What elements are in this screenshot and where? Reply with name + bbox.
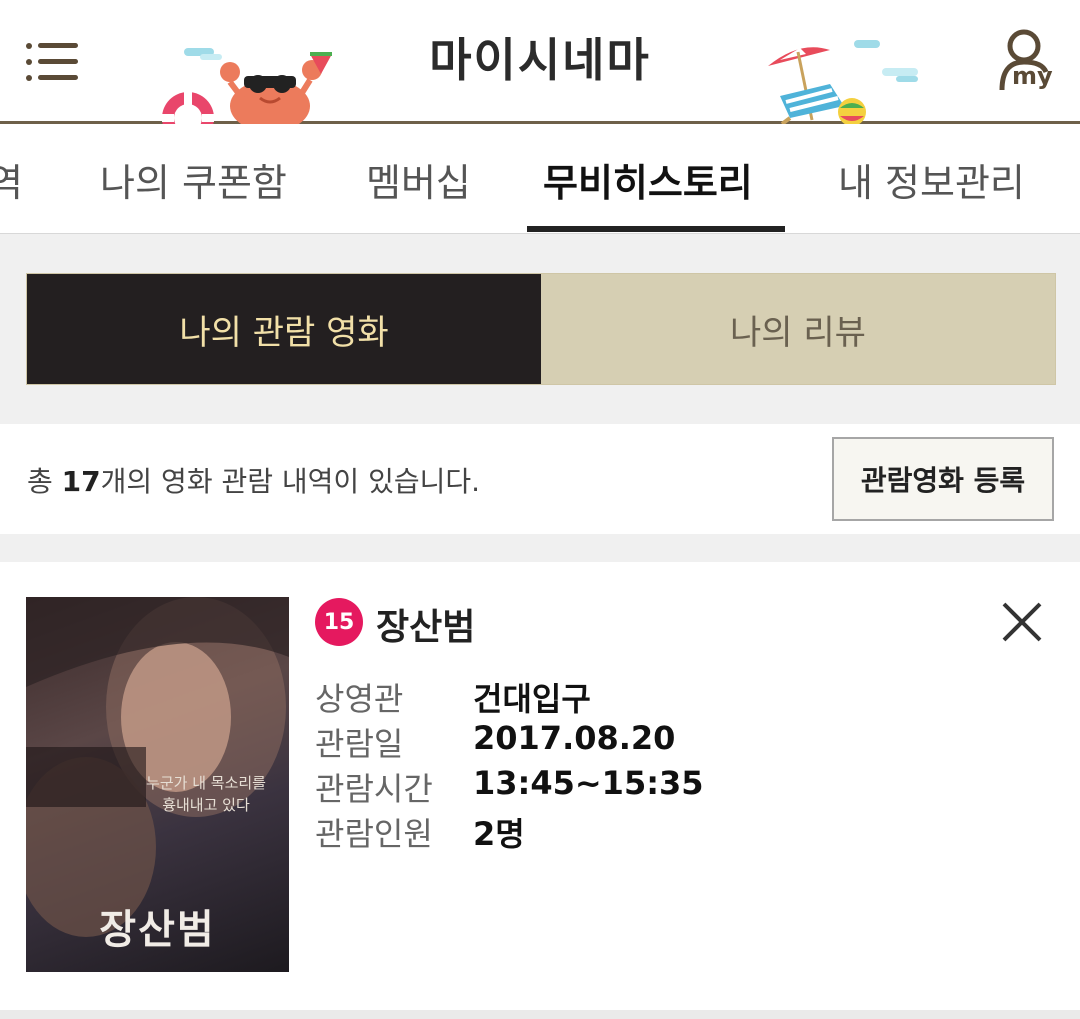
watch-date-label: 관람일 <box>315 725 404 763</box>
active-tab-indicator <box>527 226 785 232</box>
watch-time-label: 관람시간 <box>315 770 433 808</box>
movie-poster[interactable]: 누군가 내 목소리를 흉내내고 있다 장산범 <box>26 597 289 972</box>
theater-label: 상영관 <box>315 680 404 718</box>
tab-bar: 역 나의 쿠폰함 멤버십 무비히스토리 내 정보관리 <box>0 124 1080 234</box>
count-prefix: 총 <box>27 465 62 498</box>
tab-partial[interactable]: 역 <box>0 152 23 207</box>
history-count: 17 <box>61 465 101 498</box>
my-profile-button[interactable]: my <box>998 28 1060 94</box>
poster-title: 장산범 <box>99 906 216 953</box>
watched-movies-button[interactable]: 나의 관람 영화 <box>27 274 541 384</box>
watch-time-value: 13:45~15:35 <box>473 764 704 802</box>
my-label: my <box>1012 62 1053 90</box>
history-summary-bar: 총 17개의 영화 관람 내역이 있습니다. 관람영화 등록 <box>0 424 1080 534</box>
close-icon[interactable] <box>998 598 1046 646</box>
audience-count-label: 관람인원 <box>315 815 433 853</box>
count-suffix: 개의 영화 관람 내역이 있습니다. <box>100 465 481 498</box>
history-count-text: 총 17개의 영화 관람 내역이 있습니다. <box>27 460 480 500</box>
theater-value: 건대입구 <box>473 680 591 718</box>
my-reviews-button[interactable]: 나의 리뷰 <box>541 274 1055 384</box>
movie-title[interactable]: 장산범 <box>376 598 475 650</box>
audience-count-value: 2명 <box>473 815 525 853</box>
movie-history-card: 누군가 내 목소리를 흉내내고 있다 장산범 15 장산범 상영관 건대입구 관… <box>0 562 1080 1010</box>
app-header: 마이시네마 my <box>0 0 1080 124</box>
history-segment-control: 나의 관람 영화 나의 리뷰 <box>26 273 1056 385</box>
tab-membership[interactable]: 멤버십 <box>366 152 471 207</box>
card-divider <box>0 1010 1080 1019</box>
beach-umbrella-decoration-icon <box>768 40 918 124</box>
register-watched-movie-button[interactable]: 관람영화 등록 <box>832 437 1054 521</box>
tab-coupons[interactable]: 나의 쿠폰함 <box>100 152 287 207</box>
age-rating-badge: 15 <box>315 598 363 646</box>
watch-date-value: 2017.08.20 <box>473 719 676 757</box>
tab-my-info[interactable]: 내 정보관리 <box>838 152 1025 207</box>
poster-tagline: 누군가 내 목소리를 흉내내고 있다 <box>146 774 266 814</box>
tab-movie-history[interactable]: 무비히스토리 <box>543 152 753 207</box>
